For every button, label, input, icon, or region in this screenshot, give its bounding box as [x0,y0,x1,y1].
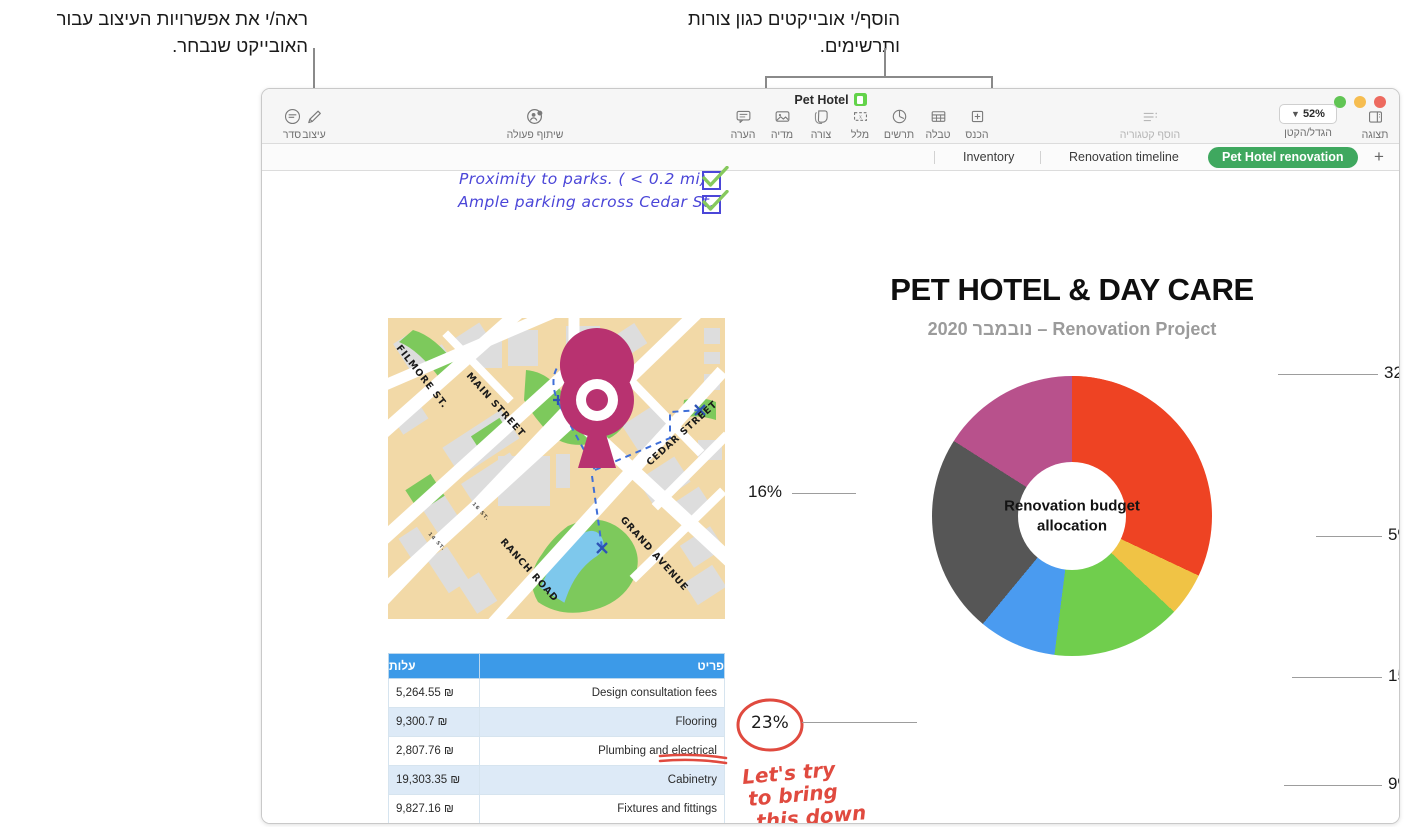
window-title-area: Pet Hotel [262,93,1399,107]
document-canvas[interactable]: Proximity to parks. ( < 0.2 mi) Ample pa… [262,166,1399,825]
cell-item[interactable]: Fixtures and fittings [478,794,726,823]
leader-line-15 [1292,677,1382,678]
table-row: 14,038.8 ₪ Labor [389,824,725,825]
cell-item[interactable]: Design consultation fees [478,678,726,708]
pct-label-15: 15% [1388,666,1399,685]
callout-insert-objects: הוסף/י אובייקטים כגון צורות ותרשימים. [688,8,900,56]
window-titlebar: Pet Hotel סדר עיצוב שיתוף פעולה הערה מדי… [262,89,1399,144]
handwritten-underline-labor [658,753,728,765]
zoom-value: 52% [1302,108,1325,120]
pct-label-16: 16% [748,482,783,501]
toolbar-insert-label: הכנס [965,129,989,141]
callout-right-bracket-top [765,76,993,78]
table-row: 19,303.35 ₪ Cabinetry [388,765,726,795]
budget-table[interactable]: עלות פריט 5,264.55 ₪ Design consultation… [388,653,726,825]
pct-label-5: 5% [1388,525,1399,544]
cell-cost[interactable]: 9,827.16 ₪ [388,794,480,823]
leader-line-23 [802,722,917,723]
format-brush-icon [282,107,346,126]
table-header-row: עלות פריט [388,653,726,679]
insert-icon [945,107,1009,126]
handwritten-note-parks: Proximity to parks. ( < 0.2 mi) [459,170,707,188]
toolbar-format-label: עיצוב [302,129,326,141]
tab-divider [934,151,935,164]
tab-divider [1040,151,1041,164]
toolbar-view[interactable]: תצוגה [1349,107,1399,141]
callout-left-leader-line [313,48,315,90]
table-row: 9,827.16 ₪ Fixtures and fittings [388,794,726,823]
cell-cost[interactable]: 2,807.76 ₪ [388,736,480,766]
column-header-cost[interactable]: עלות [388,653,480,679]
pct-label-32: 32% [1384,363,1399,382]
cell-cost[interactable]: 14,038.8 ₪ [389,824,480,825]
view-icon [1349,107,1399,126]
leader-line-32 [1278,374,1378,375]
tab-inventory[interactable]: Inventory [949,147,1028,168]
checkbox-parks[interactable] [702,166,729,190]
cell-cost[interactable]: 19,303.35 ₪ [388,765,480,795]
checkbox-parking[interactable] [702,190,729,214]
add-category-icon [1095,107,1205,126]
column-header-item[interactable]: פריט [478,653,726,679]
donut-chart[interactable]: Renovation budget allocation [922,366,1222,666]
map-image[interactable]: FILMORE ST. MAIN STREET CEDAR STREET RAN… [388,318,725,619]
leader-line-9 [1284,785,1382,786]
cell-item[interactable]: Labor [479,824,724,825]
toolbar-add-category[interactable]: הוסף קטגוריה [1095,107,1205,141]
collaborate-icon [480,107,590,126]
document-status-badge-icon [853,93,867,106]
chart-title: PET HOTEL & DAY CARE [890,272,1254,307]
callout-right-leader-line [884,48,886,76]
window-title-text: Pet Hotel [794,93,849,107]
chevron-down-icon: ▼ [1291,109,1300,119]
cell-item[interactable]: Flooring [478,707,726,737]
toolbar-add-category-label: הוסף קטגוריה [1119,129,1181,141]
table-row: 9,300.7 ₪ Flooring [388,707,726,737]
zoom-control-label: הגדל/הקטן [1284,127,1332,139]
add-sheet-button[interactable]: + [1369,147,1389,168]
cell-cost[interactable]: 5,264.55 ₪ [388,678,480,708]
keynote-window: Pet Hotel סדר עיצוב שיתוף פעולה הערה מדי… [261,88,1400,824]
leader-line-16 [792,493,856,494]
toolbar-format[interactable]: עיצוב [282,107,346,141]
handwritten-note-parking: Ample parking across Cedar St. [458,193,715,211]
toolbar-view-label: תצוגה [1361,129,1389,141]
tab-pet-hotel-renovation[interactable]: Pet Hotel renovation [1208,147,1358,168]
toolbar-collaborate[interactable]: שיתוף פעולה [480,107,590,141]
toolbar-collaborate-label: שיתוף פעולה [506,129,564,141]
sheet-tab-bar: Inventory Renovation timeline Pet Hotel … [262,144,1399,171]
callout-format-options: ראה/י את אפשרויות העיצוב עבור האובייקט ש… [56,8,308,56]
leader-line-5 [1316,536,1382,537]
handwritten-value-23: 23% [751,713,789,733]
donut-center-label: Renovation budget allocation [1004,497,1140,535]
zoom-control[interactable]: ▼ 52% [1279,104,1337,124]
pct-label-9: 9% [1388,774,1399,793]
svg-text:x: x [859,115,862,121]
chart-subtitle: Renovation Project – נובמבר 2020 [927,319,1217,339]
table-row: 5,264.55 ₪ Design consultation fees [388,678,726,708]
tab-renovation-timeline[interactable]: Renovation timeline [1055,147,1193,168]
toolbar-insert[interactable]: הכנס [945,107,1009,141]
cell-cost[interactable]: 9,300.7 ₪ [388,707,480,737]
cell-item[interactable]: Cabinetry [478,765,726,795]
